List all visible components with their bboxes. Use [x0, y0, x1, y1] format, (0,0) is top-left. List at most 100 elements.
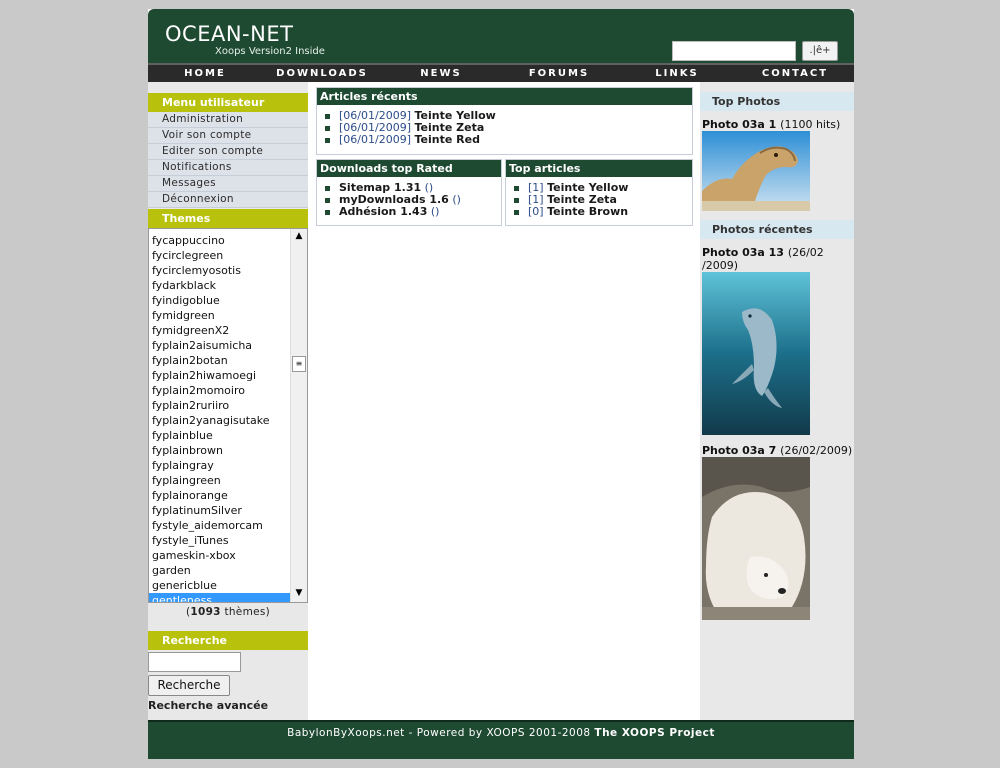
theme-option[interactable]: fyplainorange — [149, 488, 307, 503]
recent-photo-caption[interactable]: Photo 03a 7 (26/02/2009) — [700, 444, 854, 457]
bullet-icon — [325, 197, 330, 203]
main-nav: HOME DOWNLOADS NEWS FORUMS LINKS CONTACT — [148, 63, 854, 82]
list-item: [0] Teinte Brown — [514, 206, 692, 218]
list-item: Adhésion 1.43 () — [325, 206, 501, 218]
recent-photos-title: Photos récentes — [700, 220, 854, 239]
theme-option[interactable]: garden — [149, 563, 307, 578]
photo-title[interactable]: Photo 03a 13 — [702, 246, 784, 259]
theme-option[interactable]: fyindigoblue — [149, 293, 307, 308]
theme-option-selected[interactable]: gentleness — [149, 593, 307, 602]
left-column: Menu utilisateur Administration Voir son… — [148, 82, 308, 720]
top-photos-title: Top Photos — [700, 92, 854, 111]
logo-subtitle: Xoops Version2 Inside — [215, 46, 325, 57]
theme-option[interactable]: fyplainblue — [149, 428, 307, 443]
theme-count-suffix: thèmes — [224, 606, 266, 618]
theme-option[interactable]: fydarkblack — [149, 278, 307, 293]
user-menu-item-administration[interactable]: Administration — [148, 112, 308, 128]
nav-home[interactable]: HOME — [148, 65, 262, 82]
article-rank: [0] — [528, 205, 544, 218]
user-menu-item-logout[interactable]: Déconnexion — [148, 192, 308, 208]
header: OCEAN-NET Xoops Version2 Inside .|ê+ — [148, 9, 854, 63]
theme-option[interactable]: fyplain2ruriiro — [149, 398, 307, 413]
theme-option[interactable]: fystyle_iTunes — [149, 533, 307, 548]
theme-option[interactable]: fyplain2yanagisutake — [149, 413, 307, 428]
theme-option[interactable]: fyplaingray — [149, 458, 307, 473]
nav-links[interactable]: LINKS — [618, 65, 736, 82]
theme-option[interactable]: fycappuccino — [149, 233, 307, 248]
recent-photo-caption[interactable]: Photo 03a 13 (26/02/2009) — [700, 246, 854, 272]
footer: BabylonByXoops.net - Powered by XOOPS 20… — [148, 720, 854, 759]
downloads-top-rated-title: Downloads top Rated — [317, 160, 501, 177]
user-menu: Menu utilisateur Administration Voir son… — [148, 93, 308, 208]
theme-option[interactable]: fymidgreenX2 — [149, 323, 307, 338]
footer-xoops-link[interactable]: The XOOPS Project — [594, 727, 714, 739]
nav-contact[interactable]: CONTACT — [736, 65, 854, 82]
photo-hits: (1100 hits) — [780, 118, 841, 131]
article-title[interactable]: Teinte Red — [414, 133, 479, 146]
camel-photo[interactable] — [702, 131, 810, 211]
top-photo-caption[interactable]: Photo 03a 1 (1100 hits) — [700, 118, 854, 131]
page: OCEAN-NET Xoops Version2 Inside .|ê+ HOM… — [148, 9, 854, 759]
advanced-search-link[interactable]: Recherche avancée — [148, 699, 308, 712]
scroll-up-arrow-icon[interactable]: ▲ — [293, 231, 305, 243]
bullet-icon — [325, 209, 330, 215]
recent-articles-block: Articles récents [06/01/2009] Teinte Yel… — [316, 87, 693, 155]
theme-option[interactable]: genericblue — [149, 578, 307, 593]
theme-option[interactable]: fycirclegreen — [149, 248, 307, 263]
photo-date: (26/02/2009) — [780, 444, 853, 457]
search-button[interactable]: Recherche — [148, 675, 230, 696]
theme-option[interactable]: fycirclemyosotis — [149, 263, 307, 278]
photo-title[interactable]: Photo 03a 7 — [702, 444, 776, 457]
download-extra: () — [430, 205, 440, 218]
user-menu-title: Menu utilisateur — [148, 93, 308, 112]
user-menu-item-notifications[interactable]: Notifications — [148, 160, 308, 176]
theme-option[interactable]: fymidgreen — [149, 308, 307, 323]
user-menu-item-messages[interactable]: Messages — [148, 176, 308, 192]
header-search-button[interactable]: .|ê+ — [802, 41, 838, 61]
article-title[interactable]: Teinte Brown — [547, 205, 628, 218]
search-input[interactable] — [148, 652, 241, 672]
article-date[interactable]: [06/01/2009] — [339, 133, 411, 146]
theme-option[interactable]: fyplainbrown — [149, 443, 307, 458]
dolphin-photo[interactable] — [702, 272, 810, 435]
top-articles-title: Top articles — [506, 160, 692, 177]
theme-option[interactable]: gameskin-xbox — [149, 548, 307, 563]
polar-bear-photo[interactable] — [702, 457, 810, 620]
top-articles-block: Top articles [1] Teinte Yellow [1] Teint… — [505, 159, 693, 226]
right-column: Top Photos Photo 03a 1 (1100 hits) Photo… — [700, 82, 854, 720]
themes-title: Themes — [148, 209, 308, 228]
photo-date-cont: /2009) — [702, 259, 738, 272]
search-block: Recherche Recherche Recherche avancée — [148, 631, 308, 712]
theme-select-list[interactable]: fycappuccino fycirclegreen fycirclemyoso… — [148, 228, 308, 603]
theme-option[interactable]: fyplatinumSilver — [149, 503, 307, 518]
scroll-down-arrow-icon[interactable]: ▼ — [293, 588, 305, 600]
theme-option[interactable]: fyplain2aisumicha — [149, 338, 307, 353]
user-menu-item-view-account[interactable]: Voir son compte — [148, 128, 308, 144]
theme-option[interactable]: fystyle_aidemorcam — [149, 518, 307, 533]
theme-option[interactable]: fyplain2botan — [149, 353, 307, 368]
theme-option[interactable]: fyplain2momoiro — [149, 383, 307, 398]
list-item: [06/01/2009] Teinte Red — [325, 134, 692, 146]
theme-option[interactable]: fyplaingreen — [149, 473, 307, 488]
theme-list-scrollbar[interactable]: ▲ ≡ ▼ — [290, 229, 307, 602]
themes-block: Themes fycappuccino fycirclegreen fycirc… — [148, 209, 308, 618]
logo-title[interactable]: OCEAN-NET — [165, 22, 293, 46]
photo-date: (26/02 — [787, 246, 824, 259]
recent-articles-title: Articles récents — [317, 88, 692, 105]
photo-title[interactable]: Photo 03a 1 — [702, 118, 776, 131]
nav-downloads[interactable]: DOWNLOADS — [262, 65, 382, 82]
nav-forums[interactable]: FORUMS — [500, 65, 618, 82]
header-search-input[interactable] — [672, 41, 796, 61]
bullet-icon — [514, 197, 519, 203]
theme-option[interactable]: fyplain2hiwamoegi — [149, 368, 307, 383]
download-name[interactable]: Adhésion 1.43 — [339, 205, 427, 218]
theme-count: (1093 thèmes) — [185, 606, 271, 618]
bullet-icon — [325, 185, 330, 191]
bullet-icon — [325, 125, 330, 131]
nav-news[interactable]: NEWS — [382, 65, 500, 82]
scroll-thumb[interactable]: ≡ — [292, 356, 306, 372]
theme-count-number: 1093 — [190, 606, 221, 618]
user-menu-item-edit-account[interactable]: Editer son compte — [148, 144, 308, 160]
search-block-title: Recherche — [148, 631, 308, 650]
download-extra: () — [452, 193, 461, 206]
